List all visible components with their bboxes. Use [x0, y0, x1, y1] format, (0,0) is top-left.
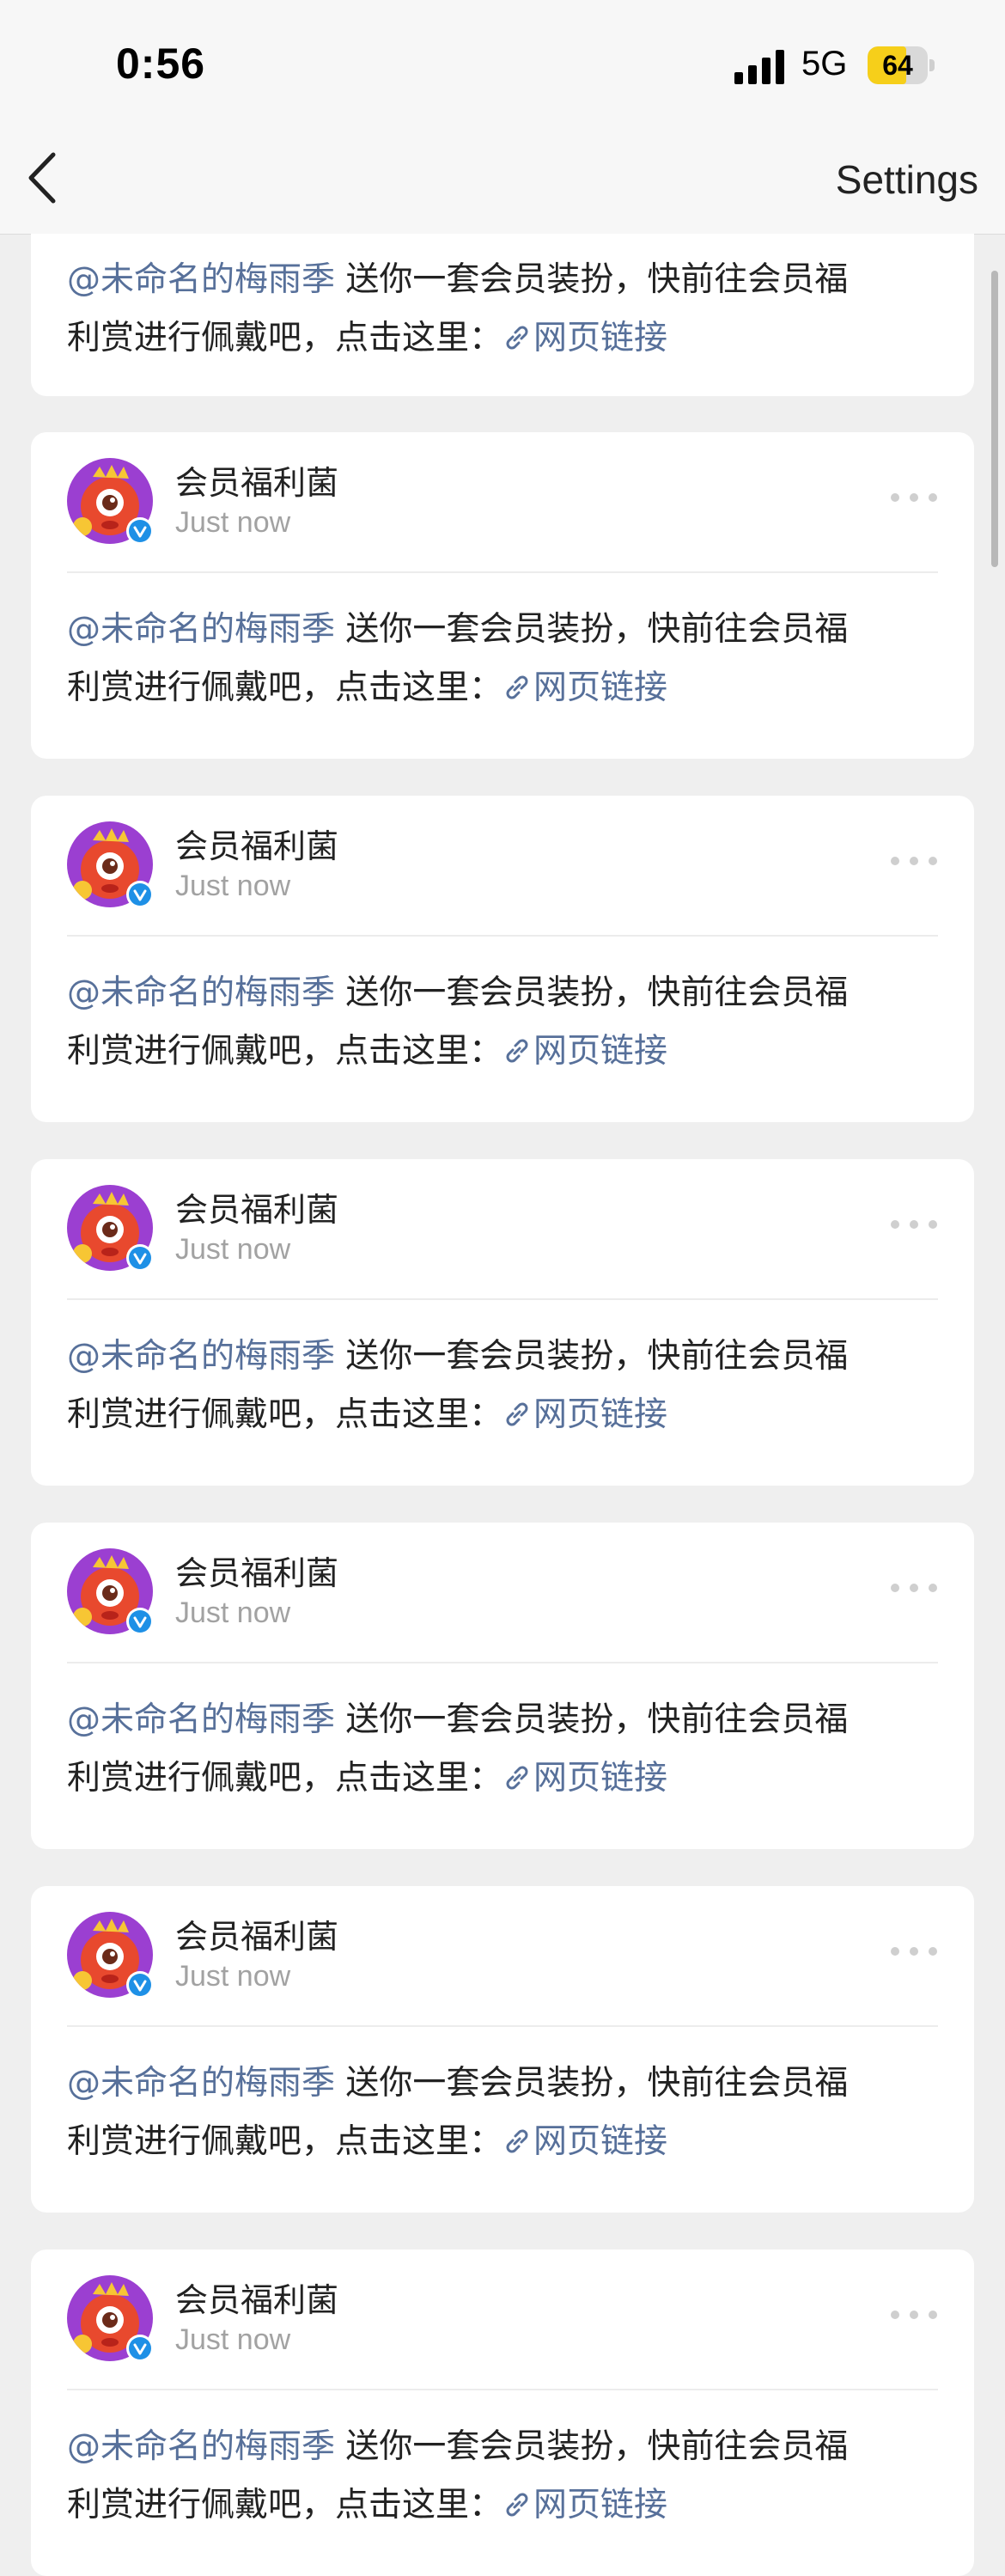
message-text-2: 利赏进行佩戴吧，点击这里： — [67, 1759, 503, 1798]
more-options-icon[interactable] — [890, 1216, 938, 1233]
post-message: @未命名的梅雨季 送你一套会员装扮，快前往会员福 利赏进行佩戴吧，点击这里： 网页… — [67, 251, 947, 368]
more-options-icon[interactable] — [890, 1943, 938, 1960]
verified-icon — [126, 517, 154, 545]
link-icon — [506, 1766, 528, 1790]
author-name[interactable]: 会员福利菌 — [175, 820, 338, 867]
author-name[interactable]: 会员福利菌 — [175, 456, 338, 504]
author-name[interactable]: 会员福利菌 — [175, 2274, 338, 2321]
status-time: 0:56 — [116, 40, 206, 88]
signal-icon — [734, 50, 784, 84]
message-text: 送你一套会员装扮，快前往会员福 — [335, 974, 849, 1012]
web-link[interactable]: 网页链接 — [502, 2486, 667, 2524]
message-text-2: 利赏进行佩戴吧，点击这里： — [67, 1032, 503, 1071]
post-header: 会员福利菌 Just now — [67, 1183, 938, 1300]
post-card[interactable]: 会员福利菌 Just now @未命名的梅雨季 送你一套会员装扮，快前往会员福利… — [31, 1886, 974, 2213]
post-time: Just now — [175, 1596, 291, 1629]
post-header: 会员福利菌 Just now — [67, 1547, 938, 1663]
post-time: Just now — [175, 506, 291, 539]
mention-link[interactable]: @未命名的梅雨季 — [67, 610, 335, 649]
more-options-icon[interactable] — [890, 2306, 938, 2323]
post-time: Just now — [175, 1960, 291, 1993]
post-message: @未命名的梅雨季 送你一套会员装扮，快前往会员福利赏进行佩戴吧，点击这里： 网页链… — [67, 1691, 947, 1808]
post-card[interactable]: 会员福利菌 Just now @未命名的梅雨季 送你一套会员装扮，快前往会员福利… — [31, 1523, 974, 1849]
post-time: Just now — [175, 1233, 291, 1266]
message-text-2: 利赏进行佩戴吧，点击这里： — [67, 2486, 503, 2524]
mention-link[interactable]: @未命名的梅雨季 — [67, 260, 335, 299]
mention-link[interactable]: @未命名的梅雨季 — [67, 2064, 335, 2103]
more-options-icon[interactable] — [890, 852, 938, 870]
web-link[interactable]: 网页链接 — [502, 2122, 667, 2161]
web-link[interactable]: 网页链接 — [502, 1032, 667, 1071]
more-options-icon[interactable] — [890, 489, 938, 506]
link-icon — [506, 2493, 528, 2517]
battery-icon: 64 — [868, 46, 935, 84]
battery-percent: 64 — [882, 50, 913, 81]
mention-link[interactable]: @未命名的梅雨季 — [67, 1337, 335, 1376]
chevron-left-icon[interactable] — [22, 148, 65, 208]
post-time: Just now — [175, 870, 291, 902]
verified-icon — [126, 1971, 154, 1999]
verified-icon — [126, 1608, 154, 1635]
message-text-2: 利赏进行佩戴吧，点击这里： — [67, 319, 503, 357]
post-card[interactable]: 会员福利菌 Just now @未命名的梅雨季 送你一套会员装扮，快前往会员福利… — [31, 796, 974, 1122]
post-message: @未命名的梅雨季 送你一套会员装扮，快前往会员福利赏进行佩戴吧，点击这里： 网页链… — [67, 2054, 947, 2171]
message-text: 送你一套会员装扮，快前往会员福 — [335, 1700, 849, 1739]
author-name[interactable]: 会员福利菌 — [175, 1547, 338, 1594]
web-link[interactable]: 网页链接 — [502, 1759, 667, 1798]
post-card[interactable]: 会员福利菌 Just now @未命名的梅雨季 送你一套会员装扮，快前往会员福利… — [31, 2249, 974, 2576]
message-text: 送你一套会员装扮，快前往会员福 — [335, 1337, 849, 1376]
message-text: 送你一套会员装扮，快前往会员福 — [345, 260, 849, 299]
post-header: 会员福利菌 Just now — [67, 820, 938, 937]
verified-icon — [126, 1244, 154, 1272]
verified-icon — [126, 2335, 154, 2362]
post-card[interactable]: 会员福利菌 Just now @未命名的梅雨季 送你一套会员装扮，快前往会员福利… — [31, 1159, 974, 1486]
post-header: 会员福利菌 Just now — [67, 456, 938, 573]
scrollbar[interactable] — [991, 271, 998, 567]
mention-link[interactable]: @未命名的梅雨季 — [67, 974, 335, 1012]
mention-link[interactable]: @未命名的梅雨季 — [67, 1700, 335, 1739]
message-text-2: 利赏进行佩戴吧，点击这里： — [67, 1395, 503, 1434]
navigation-bar: Settings — [0, 129, 1005, 235]
message-text-2: 利赏进行佩戴吧，点击这里： — [67, 668, 503, 707]
status-bar: 0:56 5G 64 — [0, 0, 1005, 129]
web-link[interactable]: 网页链接 — [502, 668, 667, 707]
web-link[interactable]: 网页链接 — [502, 1395, 667, 1434]
more-options-icon[interactable] — [890, 1579, 938, 1596]
message-text: 送你一套会员装扮，快前往会员福 — [335, 2427, 849, 2466]
message-text: 送你一套会员装扮，快前往会员福 — [335, 2064, 849, 2103]
link-icon — [506, 2129, 528, 2153]
message-text-2: 利赏进行佩戴吧，点击这里： — [67, 2122, 503, 2161]
network-type: 5G — [801, 45, 848, 82]
settings-button[interactable]: Settings — [836, 156, 978, 203]
post-message: @未命名的梅雨季 送你一套会员装扮，快前往会员福利赏进行佩戴吧，点击这里： 网页链… — [67, 964, 947, 1081]
post-message: @未命名的梅雨季 送你一套会员装扮，快前往会员福利赏进行佩戴吧，点击这里： 网页链… — [67, 2418, 947, 2535]
post-message: @未命名的梅雨季 送你一套会员装扮，快前往会员福利赏进行佩戴吧，点击这里： 网页链… — [67, 601, 947, 717]
link-icon — [506, 326, 528, 350]
post-card-partial: @未命名的梅雨季 送你一套会员装扮，快前往会员福 利赏进行佩戴吧，点击这里： 网页… — [31, 234, 974, 396]
post-card[interactable]: 会员福利菌 Just now @未命名的梅雨季 送你一套会员装扮，快前往会员福利… — [31, 432, 974, 759]
post-message: @未命名的梅雨季 送你一套会员装扮，快前往会员福利赏进行佩戴吧，点击这里： 网页链… — [67, 1328, 947, 1444]
post-header: 会员福利菌 Just now — [67, 1910, 938, 2027]
mention-link[interactable]: @未命名的梅雨季 — [67, 2427, 335, 2466]
post-header: 会员福利菌 Just now — [67, 2274, 938, 2390]
link-icon — [506, 1402, 528, 1426]
web-link[interactable]: 网页链接 — [502, 319, 667, 357]
author-name[interactable]: 会员福利菌 — [175, 1183, 338, 1230]
verified-icon — [126, 881, 154, 908]
link-icon — [506, 675, 528, 699]
link-icon — [506, 1039, 528, 1063]
post-time: Just now — [175, 2323, 291, 2356]
author-name[interactable]: 会员福利菌 — [175, 1910, 338, 1957]
message-text: 送你一套会员装扮，快前往会员福 — [335, 610, 849, 649]
